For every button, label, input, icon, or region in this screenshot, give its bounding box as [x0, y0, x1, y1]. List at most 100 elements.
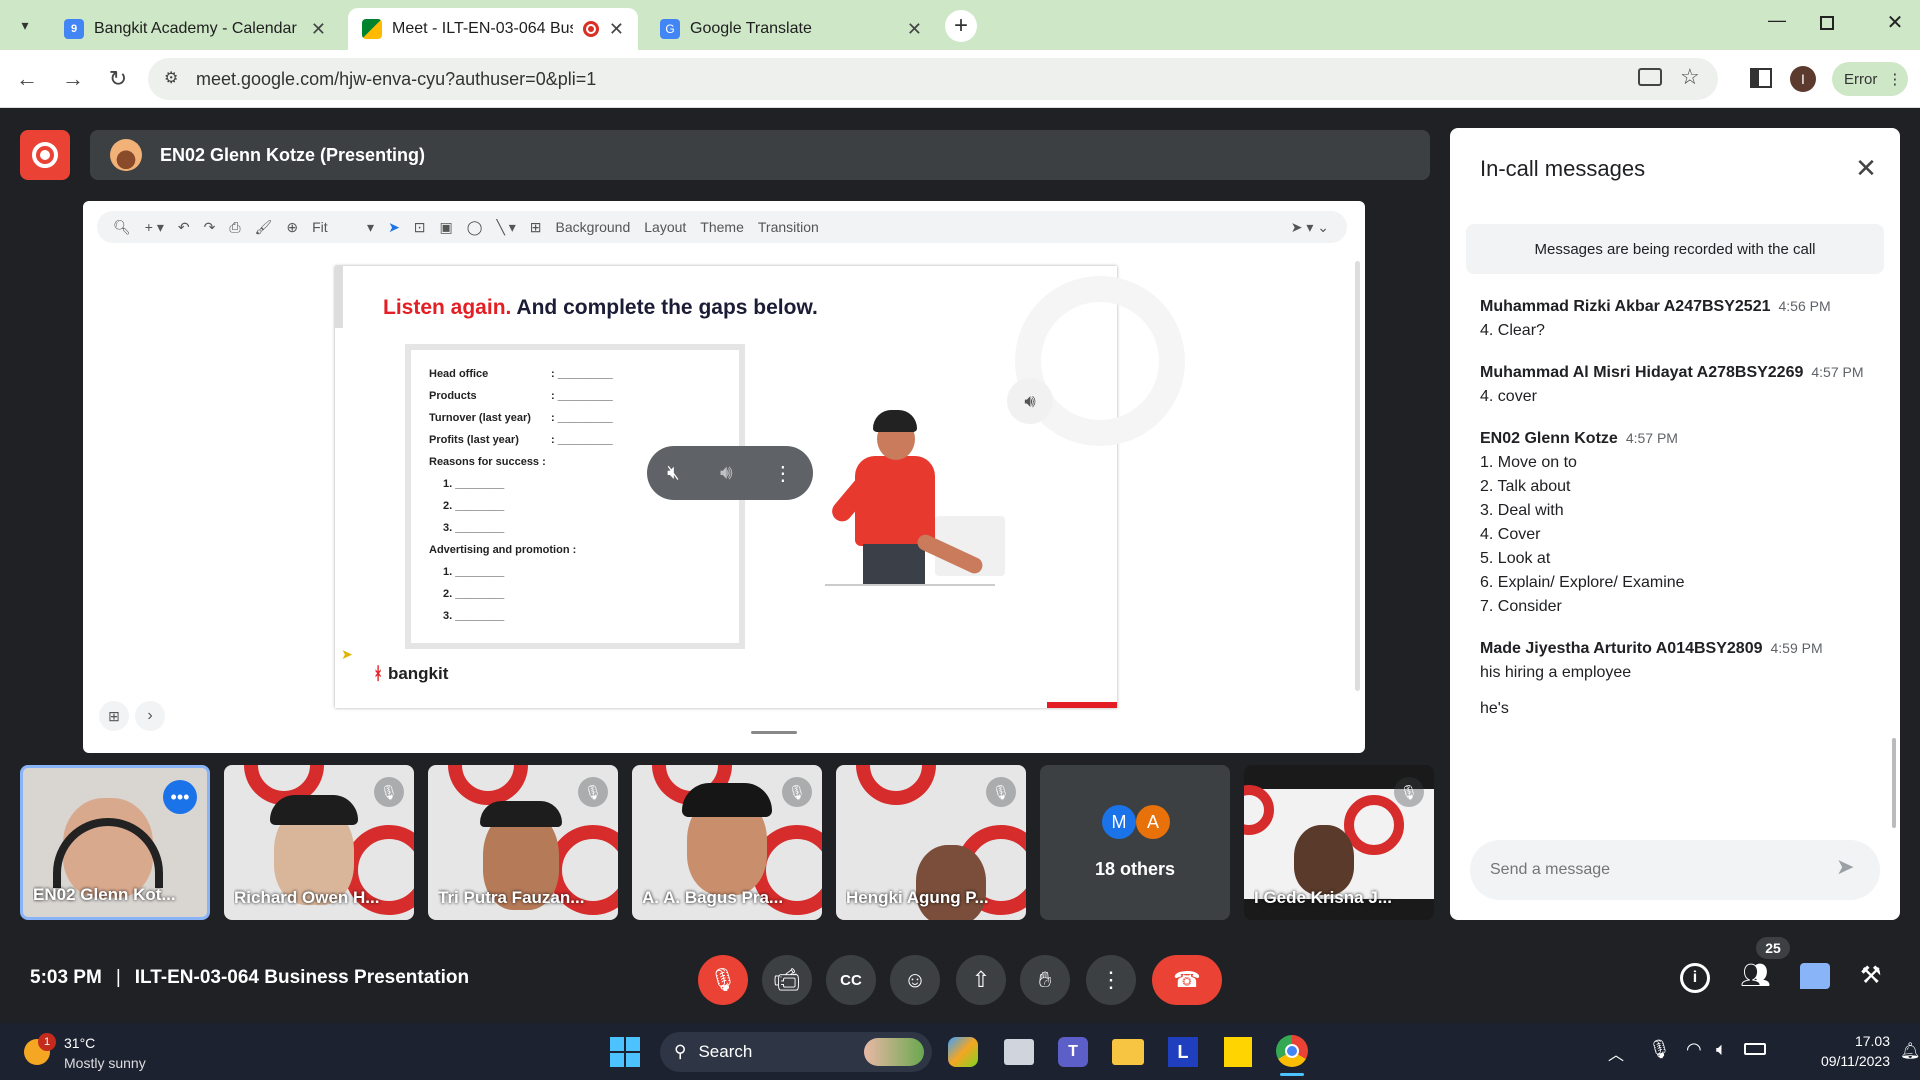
- minimize-icon[interactable]: —: [1762, 10, 1792, 40]
- participant-tile[interactable]: 🎙︎ Tri Putra Fauzan...: [428, 765, 618, 920]
- participant-tile[interactable]: 🎙︎ Hengki Agung P...: [836, 765, 1026, 920]
- close-icon[interactable]: ✕: [907, 19, 922, 40]
- message-input[interactable]: [1490, 854, 1810, 886]
- side-panel-icon[interactable]: [1750, 68, 1772, 88]
- new-tab-button[interactable]: +: [945, 10, 977, 42]
- tab-list-button[interactable]: ▾: [10, 10, 40, 40]
- print-icon[interactable]: ⎙: [229, 219, 240, 236]
- meeting-details-icon[interactable]: i: [1680, 963, 1710, 993]
- back-button[interactable]: ←: [12, 64, 42, 94]
- next-slide-button[interactable]: ›: [135, 701, 165, 731]
- more-vert-icon[interactable]: ⋮: [773, 461, 793, 486]
- search-icon[interactable]: 🔍︎: [113, 219, 131, 236]
- chrome-icon[interactable]: [1276, 1035, 1308, 1067]
- paint-format-icon[interactable]: 🖌︎: [255, 219, 273, 236]
- close-icon[interactable]: ✕: [311, 19, 326, 40]
- send-icon[interactable]: ➤: [1836, 854, 1854, 880]
- add-icon[interactable]: + ▾: [145, 219, 164, 236]
- close-panel-button[interactable]: ✕: [1848, 150, 1884, 186]
- activities-icon[interactable]: ⚒︎: [1860, 961, 1890, 993]
- people-button[interactable]: 👥︎: [1740, 961, 1776, 995]
- more-options-icon[interactable]: •••: [163, 780, 197, 814]
- more-options-button[interactable]: ⋮: [1086, 955, 1136, 1005]
- toolbar-transition[interactable]: Transition: [758, 219, 819, 235]
- recording-icon: [582, 21, 599, 37]
- present-screen-button[interactable]: ⇧: [956, 955, 1006, 1005]
- restore-icon[interactable]: [1820, 16, 1834, 30]
- avatar[interactable]: I: [1790, 66, 1816, 92]
- participant-tile[interactable]: 🎙︎ I Gede Krisna J...: [1244, 765, 1434, 920]
- toolbar-background[interactable]: Background: [556, 219, 631, 235]
- zoom-icon[interactable]: ⊕: [286, 219, 298, 236]
- tab-meet[interactable]: Meet - ILT-EN-03-064 Busin ✕: [348, 8, 638, 50]
- panel-scrollbar[interactable]: [1892, 738, 1896, 828]
- tab-calendar[interactable]: 9 Bangkit Academy - Calendar - V ✕: [50, 8, 340, 50]
- raise-hand-button[interactable]: ✋︎: [1020, 955, 1070, 1005]
- captions-button[interactable]: CC: [826, 955, 876, 1005]
- text-box-icon[interactable]: ⊡: [414, 219, 426, 236]
- address-bar[interactable]: ⚙ meet.google.com/hjw-enva-cyu?authuser=…: [148, 58, 1718, 100]
- zoom-select[interactable]: Fit ▾: [312, 219, 374, 236]
- meeting-time: 5:03 PM: [30, 967, 102, 988]
- reload-button[interactable]: ↻: [103, 64, 133, 94]
- app-l-icon[interactable]: L: [1168, 1037, 1198, 1067]
- pointer-icon[interactable]: ➤ ▾ ⌄: [1291, 219, 1329, 236]
- close-icon[interactable]: ✕: [609, 19, 624, 40]
- leave-call-button[interactable]: ☎︎: [1152, 955, 1222, 1005]
- scrollbar[interactable]: [1355, 261, 1360, 691]
- participant-tile[interactable]: 🎙︎ A. A. Bagus Pra...: [632, 765, 822, 920]
- speaker-icon[interactable]: 🔊︎: [1007, 378, 1053, 424]
- line-icon[interactable]: ╲ ▾: [496, 219, 515, 236]
- others-tile[interactable]: M A 18 others: [1040, 765, 1230, 920]
- mic-toggle-button[interactable]: 🎙︎: [698, 955, 748, 1005]
- volume-icon[interactable]: 🔈︎: [1716, 1039, 1727, 1060]
- notification-bell-icon[interactable]: 🔔︎: [1900, 1041, 1920, 1061]
- mic-off-icon: 🎙︎: [986, 777, 1016, 807]
- message-list: Muhammad Rizki Akbar A247BSY2521 4:56 PM …: [1480, 298, 1880, 742]
- participant-tile[interactable]: ••• EN02 Glenn Kot...: [20, 765, 210, 920]
- chat-button[interactable]: [1800, 963, 1830, 989]
- weather-widget[interactable]: 1 31°C Mostly sunny: [24, 1033, 184, 1073]
- toolbar-theme[interactable]: Theme: [700, 219, 744, 235]
- redo-icon[interactable]: ↷: [204, 219, 216, 236]
- forward-button[interactable]: →: [58, 64, 88, 94]
- image-icon[interactable]: ▣: [440, 219, 453, 236]
- site-info-icon[interactable]: ⚙: [164, 68, 178, 88]
- bookmark-star-icon[interactable]: ☆: [1680, 64, 1700, 90]
- weather-desc: Mostly sunny: [64, 1055, 146, 1071]
- select-icon[interactable]: ➤: [388, 219, 400, 236]
- copilot-icon[interactable]: [948, 1037, 978, 1067]
- sticky-notes-icon[interactable]: [1224, 1037, 1252, 1067]
- volume-icon[interactable]: 🔊︎: [720, 462, 733, 485]
- error-button[interactable]: Error ⋮: [1832, 62, 1908, 96]
- slide-left-bar: [335, 266, 343, 328]
- task-view-icon[interactable]: [1004, 1039, 1034, 1065]
- microphone-icon[interactable]: 🎙︎: [1648, 1039, 1671, 1060]
- shape-icon[interactable]: ◯: [467, 219, 483, 236]
- meeting-control-bar: 5:03 PM | ILT-EN-03-064 Business Present…: [0, 933, 1920, 1023]
- message-text: 4. Cover: [1480, 526, 1541, 543]
- emoji-button[interactable]: ☺: [890, 955, 940, 1005]
- tray-chevron-icon[interactable]: ︿: [1608, 1041, 1624, 1065]
- clock[interactable]: 17.03 09/11/2023: [1780, 1031, 1890, 1071]
- battery-icon[interactable]: [1744, 1043, 1766, 1055]
- camera-icon[interactable]: [1638, 68, 1662, 86]
- mic-off-icon: 🎙︎: [782, 777, 812, 807]
- wifi-icon[interactable]: ◠: [1686, 1039, 1702, 1060]
- comment-icon[interactable]: ⊞: [530, 219, 542, 236]
- taskbar-search[interactable]: ⚲ Search: [660, 1032, 932, 1072]
- participant-tile[interactable]: 🎙︎ Richard Owen H...: [224, 765, 414, 920]
- start-button[interactable]: [610, 1037, 640, 1067]
- mute-speaker-icon[interactable]: 🔇︎: [667, 462, 680, 485]
- recording-button[interactable]: [20, 130, 70, 180]
- toolbar-layout[interactable]: Layout: [644, 219, 686, 235]
- file-explorer-icon[interactable]: [1112, 1039, 1144, 1065]
- teams-icon[interactable]: T: [1058, 1037, 1088, 1067]
- resize-handle[interactable]: [751, 731, 797, 734]
- window-close-icon[interactable]: ✕: [1880, 10, 1910, 40]
- search-highlight-icon: [864, 1038, 924, 1066]
- grid-view-button[interactable]: ⊞: [99, 701, 129, 731]
- tab-translate[interactable]: G Google Translate ✕: [646, 8, 936, 50]
- camera-toggle-button[interactable]: 📹︎: [762, 955, 812, 1005]
- undo-icon[interactable]: ↶: [178, 219, 190, 236]
